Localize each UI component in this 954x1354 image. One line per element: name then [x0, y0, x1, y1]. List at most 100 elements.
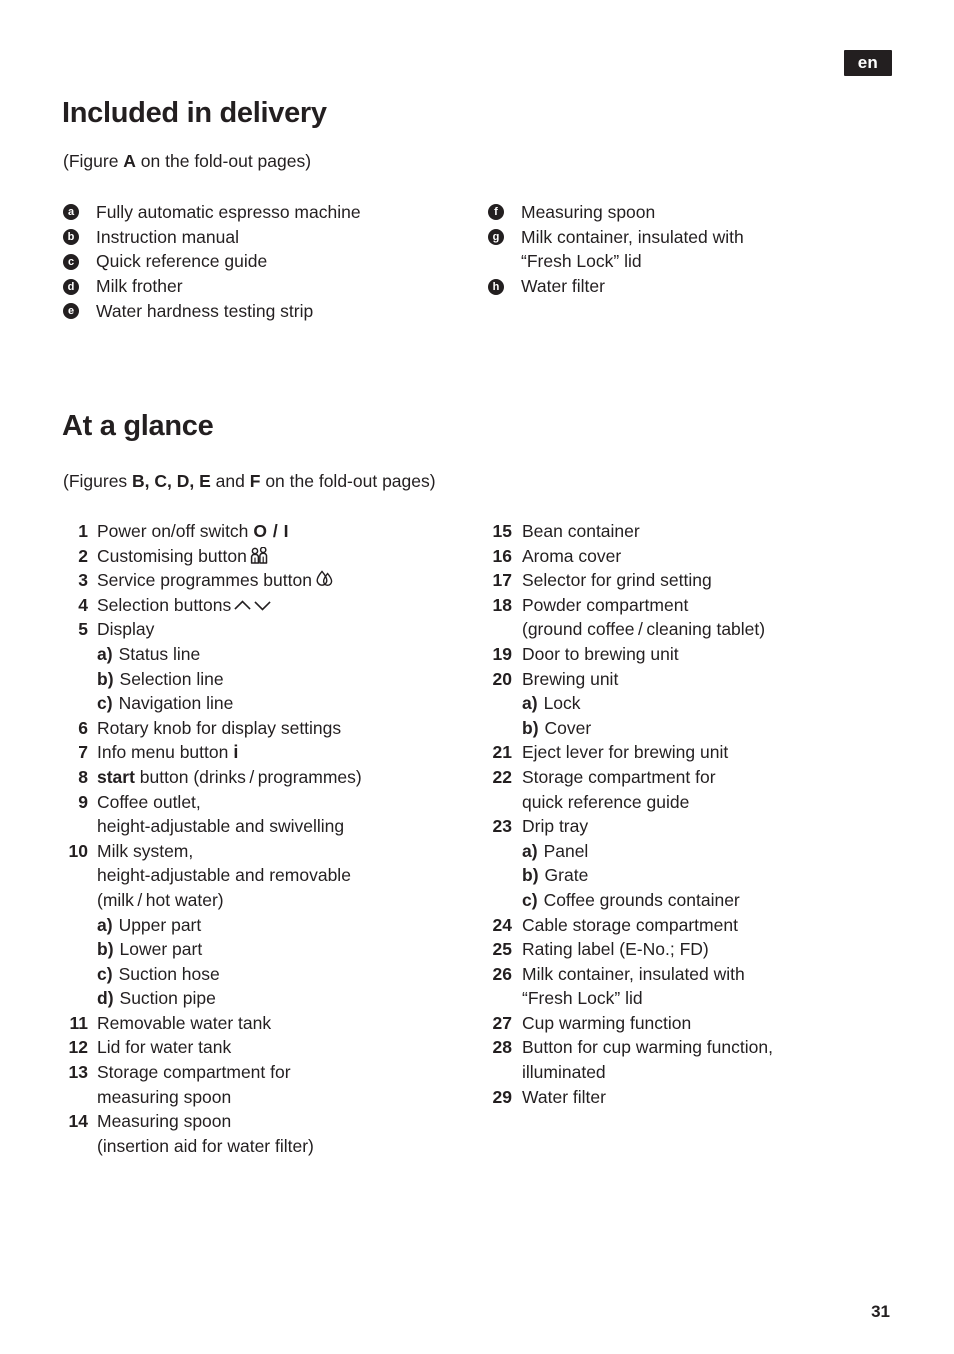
list-item-body: Lid for water tank [97, 1035, 473, 1060]
sub-list-item-text: Lock [543, 693, 581, 714]
list-item-label: Aroma cover [522, 545, 622, 566]
list-item-number: 24 [492, 914, 512, 935]
list-item-label: Storage compartment for [97, 1062, 291, 1083]
list-item-label: Eject lever for brewing unit [522, 742, 729, 763]
list-item-label: Cup warming function [522, 1012, 692, 1033]
sub-list-item-label: b) [522, 717, 539, 738]
figure-note-suffix: on the fold-out pages) [260, 471, 436, 491]
list-item: b Instruction manual [63, 225, 473, 250]
list-item-row: 25 Rating label (E-No.; FD) [470, 937, 920, 962]
sub-list-item-text: Status line [118, 643, 201, 664]
list-item-body: Service programmes button [97, 568, 473, 593]
list-item-body: Cable storage compartment [522, 913, 920, 938]
list-item-label: Milk frother [96, 276, 183, 297]
list-item-label: Lid for water tank [97, 1037, 232, 1058]
list-item: 11 Removable water tank [63, 1011, 473, 1036]
list-item-number: 15 [492, 521, 512, 541]
list-item-label: start button (drinks / programmes) [97, 766, 362, 787]
list-item-row: 19 Door to brewing unit [470, 642, 920, 667]
list-item-body: start button (drinks / programmes) [97, 765, 473, 790]
list-item-row: 21 Eject lever for brewing unit [470, 740, 920, 765]
sub-list-item-label: a) [522, 840, 538, 861]
list-item: 12 Lid for water tank [63, 1035, 473, 1060]
list-item-label: Rotary knob for display settings [97, 717, 342, 738]
list-item-body: Brewing unit a) Lock b) Cover [522, 667, 920, 741]
list-item-label: Water filter [522, 1086, 606, 1107]
sub-list: a) Lock b) Cover [522, 691, 920, 740]
list-item-label: Fully automatic espresso machine [96, 202, 361, 222]
sub-list-item-label: b) [97, 939, 114, 960]
list-item-row: 23 Drip tray a) Panel b) Grate c) Coffee ground… [470, 814, 920, 912]
list-item-number: 9 [78, 791, 88, 812]
list-item: 28 Button for cup warming function, illumi… [470, 1035, 920, 1084]
list-item: 19 Door to brewing unit [470, 642, 920, 667]
sub-list-item: a) Status line [97, 642, 473, 667]
list-item: 4 Selection buttons [63, 593, 473, 618]
glance-list-right: 15 Bean container 16 Aroma cover 17 Selector … [470, 519, 920, 1109]
list-item-row: 5 Display a) Status line b) Selection line c) N… [63, 617, 473, 715]
sub-list-item-label: d) [97, 988, 114, 1009]
list-item-body: Aroma cover [522, 544, 920, 569]
list-item: a Fully automatic espresso machine [63, 200, 473, 225]
list-item-body: Powder compartment (ground coffee / clean… [522, 593, 920, 642]
power-on-off-symbol: O / I [253, 521, 289, 541]
document-page: en Included in delivery (Figure A on the… [0, 0, 954, 1354]
list-item-continuation: (insertion aid for water filter) [97, 1135, 314, 1156]
sub-list-item-text: Coffee grounds container [543, 889, 740, 910]
service-programmes-droplets-icon [315, 570, 335, 588]
figure-note-mid: and [210, 471, 250, 491]
list-item-label: Milk container, insulated with [522, 963, 745, 984]
list-item-body: Bean container [522, 519, 920, 544]
list-item-label: Selection buttons [97, 593, 473, 618]
list-item-number: 3 [78, 570, 88, 591]
list-item-continuation: height-adjustable and swivelling [97, 816, 345, 837]
list-item-label: Display [97, 619, 155, 640]
list-item-body: Cup warming function [522, 1011, 920, 1036]
list-item-row: 1 Power on/off switch O / I [63, 519, 473, 544]
bullet-letter-h: h [488, 278, 504, 295]
bullet-letter-b: b [63, 229, 79, 246]
list-item-label: Removable water tank [97, 1012, 272, 1033]
list-item-row: 12 Lid for water tank [63, 1035, 473, 1060]
list-item-body: Milk system, height-adjustable and remova… [97, 839, 473, 1011]
figure-letter-f: F [249, 471, 261, 491]
list-item-body: Selection buttons [97, 593, 473, 618]
section-title-at-a-glance: At a glance [62, 410, 214, 442]
list-item-continuation: quick reference guide [522, 791, 690, 812]
list-item-label: Coffee outlet, [97, 791, 201, 812]
list-item: 14 Measuring spoon (insertion aid for wate… [63, 1109, 473, 1158]
chevron-up-down-icon [234, 599, 272, 613]
list-item-continuation: “Fresh Lock” lid [522, 988, 643, 1009]
list-item-number: 10 [68, 840, 88, 861]
list-item-number: 14 [68, 1111, 88, 1132]
list-item-body: Milk container, insulated with “Fresh Loc… [522, 962, 920, 1011]
sub-list-item-label: c) [522, 889, 538, 910]
list-item: 6 Rotary knob for display settings [63, 716, 473, 741]
list-item: 24 Cable storage compartment [470, 913, 920, 938]
sub-list-item-label: b) [522, 865, 539, 886]
list-item-row: 17 Selector for grind setting [470, 568, 920, 593]
sub-list: a) Upper part b) Lower part c) Suction hose d)… [97, 913, 473, 1011]
sub-list-item-text: Panel [543, 840, 589, 861]
sub-list-item: c) Suction hose [97, 962, 473, 987]
sub-list-item-label: a) [522, 693, 538, 714]
glance-list-left: 1 Power on/off switch O / I 2 Customising bu… [63, 519, 473, 1158]
list-item-body: Display a) Status line b) Selection line c) Na… [97, 617, 473, 715]
sub-list-item: a) Panel [522, 839, 920, 864]
list-item-label: Bean container [522, 521, 640, 541]
list-item-row: 15 Bean container [470, 519, 920, 544]
list-item: 13 Storage compartment for measuring spoon [63, 1060, 473, 1109]
list-item-row: 2 Customising button [63, 544, 473, 569]
list-item: 25 Rating label (E-No.; FD) [470, 937, 920, 962]
list-item-number: 22 [492, 766, 512, 787]
list-item: 21 Eject lever for brewing unit [470, 740, 920, 765]
sub-list-item-text: Selection line [119, 668, 224, 689]
list-item-label: Selector for grind setting [522, 570, 712, 591]
list-item: 5 Display a) Status line b) Selection line c) N… [63, 617, 473, 715]
list-item-body: Door to brewing unit [522, 642, 920, 667]
figure-note-delivery: (Figure A on the fold-out pages) [63, 151, 311, 171]
list-item-row: 13 Storage compartment for measuring spoon [63, 1060, 473, 1109]
figure-note-prefix: (Figure [63, 151, 124, 171]
list-item-number: 5 [78, 619, 88, 640]
list-item-label: Service programmes button [97, 568, 473, 593]
